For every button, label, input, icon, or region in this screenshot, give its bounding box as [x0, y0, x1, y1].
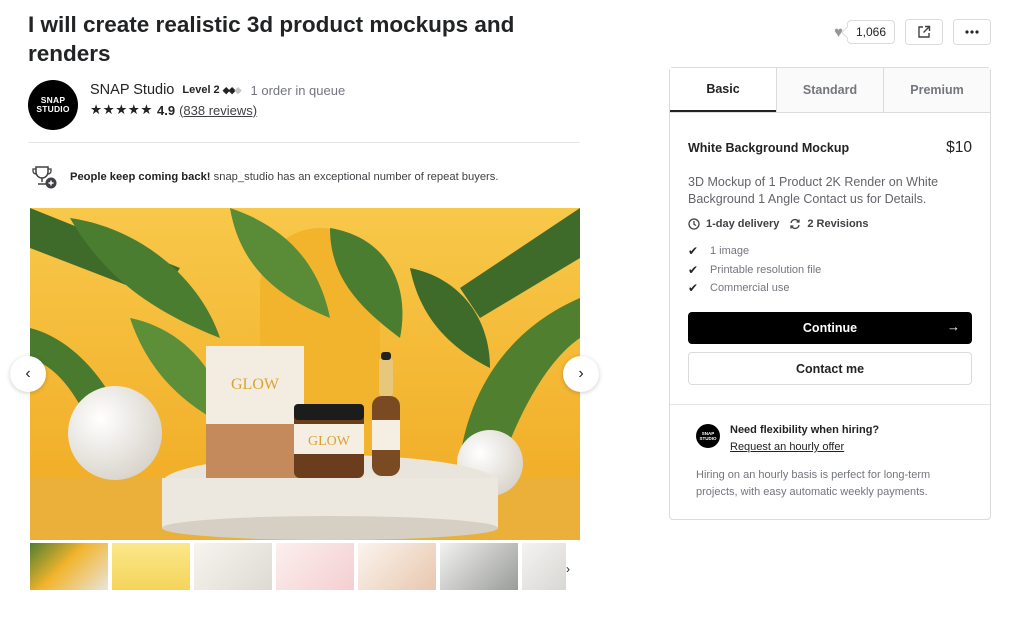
gallery-thumbnail[interactable]: [522, 543, 566, 590]
orders-in-queue: 1 order in queue: [250, 82, 346, 98]
favorites-count: 1,066: [846, 20, 895, 44]
top-actions: ♥ 1,066: [834, 19, 991, 45]
svg-text:GLOW: GLOW: [308, 434, 351, 449]
continue-label: Continue: [802, 321, 858, 335]
contact-me-button[interactable]: Contact me: [688, 352, 972, 385]
package-tabs: Basic Standard Premium: [670, 68, 990, 113]
seller-level-text: Level 2: [182, 84, 220, 96]
gallery-thumbnail[interactable]: [194, 543, 272, 590]
feature-text: Printable resolution file: [710, 263, 822, 276]
reviews-link[interactable]: (838 reviews): [179, 103, 257, 118]
gallery-thumbnail[interactable]: [30, 543, 108, 590]
check-icon: ✔: [688, 244, 699, 259]
package-description: 3D Mockup of 1 Product 2K Render on Whit…: [688, 175, 939, 206]
package-panel: Basic Standard Premium White Background …: [669, 67, 991, 520]
revisions-text: 2 Revisions: [807, 218, 869, 230]
check-icon: ✔: [688, 281, 699, 296]
more-icon: [965, 30, 979, 34]
level-diamonds-icon: ◆◆◆: [222, 85, 242, 95]
gallery-thumbnail[interactable]: [276, 543, 354, 590]
favorite-group[interactable]: ♥ 1,066: [834, 20, 895, 44]
gallery-prev-button[interactable]: ‹: [10, 356, 46, 392]
chevron-right-icon: ›: [578, 365, 584, 382]
divider: [28, 142, 580, 143]
package-name: White Background Mockup: [688, 141, 850, 155]
chevron-left-icon: ‹: [25, 365, 31, 382]
tab-premium[interactable]: Premium: [883, 68, 990, 112]
rating-score: 4.9: [157, 102, 176, 118]
hourly-title: Need flexibility when hiring?: [730, 424, 880, 436]
package-features: ✔ 1 image ✔ Printable resolution file ✔ Com…: [688, 242, 821, 298]
package-price: $10: [946, 139, 972, 156]
clock-icon: [688, 218, 700, 230]
product-mockup-photo: GLOW GLOW: [30, 208, 580, 540]
divider: [670, 404, 990, 405]
feature-text: 1 image: [710, 245, 750, 258]
delivery-time: 1-day delivery: [688, 218, 779, 230]
request-hourly-offer-link[interactable]: Request an hourly offer: [730, 441, 879, 453]
hourly-offer: SNAP STUDIO Need flexibility when hiring…: [696, 424, 879, 453]
arrow-right-icon: →: [947, 319, 960, 334]
repeat-buyers-text: snap_studio has an exceptional number of…: [213, 171, 499, 183]
check-icon: ✔: [688, 262, 699, 277]
delivery-text: 1-day delivery: [706, 218, 780, 230]
feature-item: ✔ Commercial use: [688, 279, 821, 298]
refresh-icon: [790, 218, 801, 230]
share-button[interactable]: [905, 19, 943, 45]
gig-gallery-image[interactable]: GLOW GLOW: [30, 208, 580, 540]
seller-name[interactable]: SNAP Studio: [90, 82, 174, 98]
gallery-thumbnail[interactable]: [358, 543, 436, 590]
continue-button[interactable]: Continue →: [688, 312, 972, 344]
hourly-description: Hiring on an hourly basis is perfect for…: [696, 469, 931, 498]
thumbnails-next-icon[interactable]: ›: [566, 562, 570, 576]
feature-text: Commercial use: [710, 282, 790, 295]
repeat-buyers-headline: People keep coming back!: [70, 171, 211, 183]
avatar-text-2: STUDIO: [699, 436, 717, 441]
seller-overview: SNAP STUDIO SNAP Studio Level 2 ◆◆◆ 1 or…: [28, 80, 345, 130]
seller-level: Level 2 ◆◆◆: [182, 84, 242, 96]
feature-item: ✔ Printable resolution file: [688, 261, 821, 280]
gig-title: I will create realistic 3d product mocku…: [28, 12, 515, 66]
svg-text:GLOW: GLOW: [231, 376, 280, 393]
gallery-next-button[interactable]: ›: [563, 356, 599, 392]
gallery-thumbnail[interactable]: [112, 543, 190, 590]
repeat-buyers-notice: People keep coming back! snap_studio has…: [30, 164, 498, 190]
share-icon: [918, 25, 931, 38]
revisions: 2 Revisions: [789, 218, 869, 230]
seller-avatar-small: SNAP STUDIO: [696, 424, 720, 448]
gallery-thumbnails: [30, 543, 566, 590]
tab-standard[interactable]: Standard: [776, 68, 883, 112]
seller-avatar[interactable]: SNAP STUDIO: [28, 80, 78, 130]
gallery-thumbnail[interactable]: [440, 543, 518, 590]
more-button[interactable]: [953, 19, 991, 45]
feature-item: ✔ 1 image: [688, 242, 821, 261]
star-rating-icon: ★★★★★: [90, 102, 154, 117]
trophy-icon: [32, 166, 57, 189]
avatar-text-2: STUDIO: [36, 104, 70, 114]
tab-basic[interactable]: Basic: [670, 68, 776, 112]
